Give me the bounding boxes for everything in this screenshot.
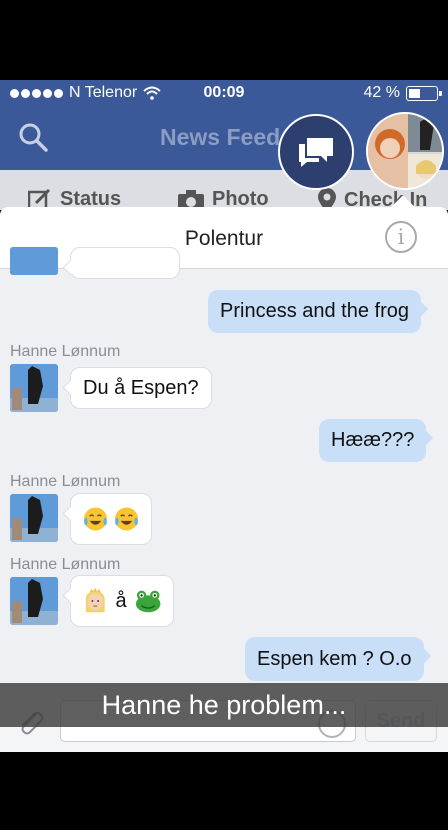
page-title: News Feed bbox=[160, 124, 281, 150]
message-text: å bbox=[115, 589, 127, 612]
group-avatar[interactable] bbox=[366, 112, 444, 190]
message-bubble-incoming: Du å Espen? bbox=[70, 367, 212, 409]
message-text: Espen kem ? O.o bbox=[257, 647, 412, 670]
chat-bubbles-icon bbox=[299, 138, 333, 167]
sender-name: Hanne Lønnum bbox=[10, 473, 121, 490]
screen: N Telenor 00:09 42 % News Feed Status Ph… bbox=[0, 0, 448, 830]
battery-percent: 42 % bbox=[363, 84, 400, 101]
princess-emoji-icon bbox=[85, 587, 105, 613]
conversation-panel: Polentur i Princess and the frog Hanne L… bbox=[0, 207, 448, 752]
sender-name: Hanne Lønnum bbox=[10, 556, 121, 573]
tears-of-joy-emoji-icon bbox=[83, 507, 108, 531]
search-icon[interactable] bbox=[18, 122, 48, 152]
conversation-title: Polentur bbox=[184, 227, 264, 250]
message-bubble-incoming: å bbox=[70, 575, 174, 627]
battery-fill bbox=[409, 88, 420, 98]
conversation-header: Polentur i bbox=[0, 207, 448, 269]
message-text: Du å Espen? bbox=[83, 376, 199, 399]
status-bar: N Telenor 00:09 42 % bbox=[0, 80, 448, 106]
sender-name: Hanne Lønnum bbox=[10, 343, 121, 360]
message-bubble-incoming bbox=[70, 493, 152, 545]
message-bubble-outgoing: Espen kem ? O.o bbox=[245, 637, 424, 681]
tears-of-joy-emoji-icon bbox=[114, 507, 139, 531]
sender-avatar bbox=[10, 494, 58, 542]
message-text: Hææ??? bbox=[331, 429, 415, 451]
sender-avatar bbox=[10, 247, 58, 275]
frog-emoji-icon bbox=[135, 590, 161, 613]
info-icon[interactable]: i bbox=[385, 221, 417, 253]
message-bubble-outgoing: Hææ??? bbox=[319, 419, 427, 462]
sender-avatar bbox=[10, 364, 58, 412]
message-bubble bbox=[70, 247, 180, 279]
caption-overlay: Hanne he problem... bbox=[0, 683, 448, 727]
message-text: Princess and the frog bbox=[220, 300, 409, 322]
message-bubble-outgoing: Princess and the frog bbox=[208, 290, 421, 333]
sender-avatar bbox=[10, 577, 58, 625]
messages-chat-head[interactable] bbox=[278, 114, 354, 190]
battery-icon bbox=[406, 85, 442, 101]
battery-area: 42 % bbox=[363, 84, 442, 102]
